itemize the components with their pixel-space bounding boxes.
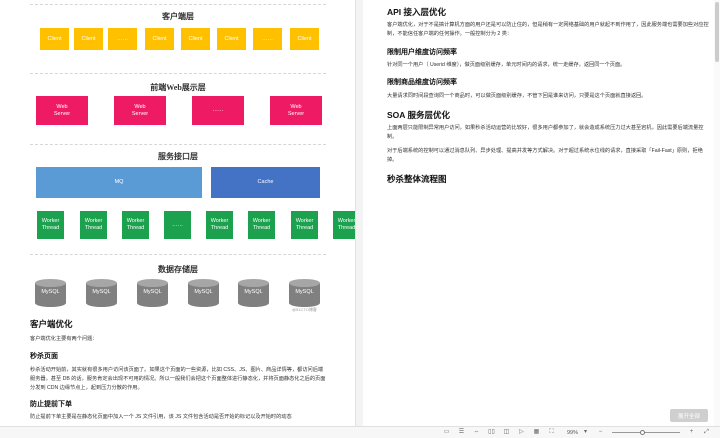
client-box: Client	[145, 28, 174, 50]
page-view-icon[interactable]: ▭	[442, 429, 451, 436]
document-viewer: 客户端层 Client Client…… Client Client Client…… C…	[0, 0, 720, 438]
zoom-slider[interactable]	[612, 430, 680, 435]
scrollbar-thumb[interactable]	[715, 2, 719, 62]
paragraph: 客户端优化主要有两个问题：	[30, 336, 98, 342]
layer-divider	[30, 144, 326, 145]
paragraph: 大量请求同时间段查询同一个商品时，可以做页面级别缓存，不管下回是谁来访问，只要是…	[387, 93, 647, 99]
book-view-icon[interactable]: ◫	[502, 429, 511, 436]
layer-title-client: 客户端层	[162, 12, 194, 21]
play-icon[interactable]: ▷	[517, 429, 526, 436]
mysql-database: MySQL	[35, 279, 66, 307]
cache-box: Cache	[211, 167, 320, 198]
chevron-down-icon[interactable]: ▾	[581, 429, 590, 436]
double-page-icon[interactable]: ▯▯	[487, 429, 496, 436]
heading-limit-goods: 限制商品维度访问频率	[387, 79, 457, 86]
layer-title-service: 服务接口层	[158, 152, 198, 161]
web-server-box: Web Server	[270, 96, 322, 125]
client-box: Client	[40, 28, 69, 50]
fit-width-icon[interactable]: ⇔	[472, 429, 481, 436]
worker-thread-box: Worker Thread	[122, 211, 149, 239]
paragraph: 上面两层只能限制异常用户访问，如果秒杀活动运营的比较好，很多用户都参加了，就会造…	[387, 125, 704, 140]
worker-thread-box: Worker Thread	[248, 211, 275, 239]
expand-all-button[interactable]: 展开全部	[670, 409, 708, 422]
heading-limit-user: 限制用户维度访问频率	[387, 49, 457, 56]
mq-box: MQ	[36, 167, 202, 198]
zoom-slider-thumb[interactable]	[639, 430, 645, 435]
worker-thread-box: ……	[164, 211, 191, 239]
watermark: @51CTO博客	[292, 307, 317, 312]
bottom-toolbar: ▭ ☰ ⇔ ▯▯ ◫ ▷ ▦ ⛶ 99% ▾ − + ⤢	[0, 426, 720, 438]
heading-api-opt: API 接入层优化	[387, 7, 447, 17]
layer-divider	[30, 254, 326, 255]
grid-view-icon[interactable]: ▦	[532, 429, 541, 436]
heading-seckill-page: 秒杀页面	[30, 353, 58, 360]
db-label: MySQL	[194, 289, 213, 295]
layer-divider	[30, 4, 326, 5]
client-box: Client	[290, 28, 319, 50]
heading-soa-opt: SOA 服务层优化	[387, 110, 450, 120]
zoom-level[interactable]: 99%	[567, 430, 578, 436]
client-box: Client	[217, 28, 246, 50]
mysql-database: MySQL	[289, 279, 320, 307]
fit-page-icon[interactable]: ⤢	[702, 429, 711, 436]
layer-divider	[30, 73, 326, 74]
client-box: Client	[181, 28, 210, 50]
zoom-in-icon[interactable]: +	[687, 429, 696, 436]
client-box: ……	[253, 28, 282, 50]
web-server-box: Web Server	[36, 96, 88, 125]
fullscreen-icon[interactable]: ⛶	[547, 429, 556, 436]
web-server-box: Web Server	[114, 96, 166, 125]
mysql-database: MySQL	[86, 279, 117, 307]
paragraph: 对于后端系统的控制可以通过消息队列、异步处理、提高并发等方式解决。对于超过系统水…	[387, 148, 703, 163]
left-page: 客户端层 Client Client…… Client Client Client…… C…	[0, 0, 356, 426]
heading-prevent-order: 防止提前下单	[30, 401, 72, 408]
worker-thread-box: Worker Thread	[37, 211, 64, 239]
heading-client-opt: 客户端优化	[30, 319, 73, 329]
db-label: MySQL	[295, 289, 314, 295]
db-label: MySQL	[244, 289, 263, 295]
client-box: ……	[108, 28, 137, 50]
outline-icon[interactable]: ☰	[457, 429, 466, 436]
layer-title-storage: 数据存储层	[158, 265, 198, 274]
db-label: MySQL	[92, 289, 111, 295]
scrollbar[interactable]	[714, 0, 720, 426]
zoom-out-icon[interactable]: −	[596, 429, 605, 436]
db-label: MySQL	[143, 289, 162, 295]
paragraph: 防止提前下单主要是在静态化页面中加入一个 JS 文件引用，该 JS 文件包含活动…	[30, 414, 292, 420]
worker-thread-box: Worker Thread	[206, 211, 233, 239]
worker-thread-box: Worker Thread	[291, 211, 318, 239]
worker-thread-box: Worker Thread	[80, 211, 107, 239]
web-server-box: ……	[192, 96, 244, 125]
heading-flow-chart: 秒杀整体流程图	[387, 174, 447, 184]
mysql-database: MySQL	[238, 279, 269, 307]
right-page: API 接入层优化 客户端优化，对于不是搞计算机方面的用户还是可以防止住的，但是…	[363, 0, 720, 426]
paragraph: 针对同一个用户（ Userid 维度），做页面级别缓存，单元时间内的请求，统一走…	[387, 62, 626, 68]
paragraph: 客户端优化，对于不是搞计算机方面的用户还是可以防止住的，但是稍有一定网络基础的用…	[387, 22, 709, 37]
paragraph: 秒杀活动开始前，其实就有很多用户访问该页面了。如果这个页面的一些资源，比如 CS…	[30, 367, 326, 391]
db-label: MySQL	[41, 289, 60, 295]
mysql-database: MySQL	[137, 279, 168, 307]
mysql-database: MySQL	[188, 279, 219, 307]
worker-thread-box: Worker Thread	[333, 211, 355, 239]
layer-title-web: 前端Web展示层	[150, 83, 206, 92]
client-box: Client	[74, 28, 103, 50]
